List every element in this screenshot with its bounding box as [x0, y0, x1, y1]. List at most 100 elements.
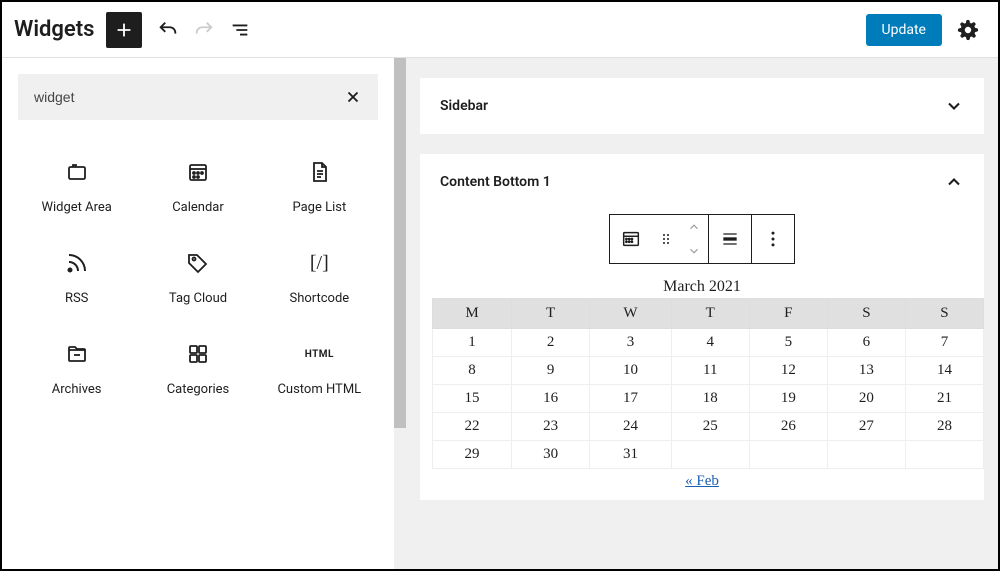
calendar-day-header: S [827, 299, 905, 329]
widget-area-icon [65, 160, 89, 184]
block-toolbar [609, 214, 795, 264]
calendar-day-cell[interactable]: 15 [433, 385, 512, 413]
page-list-icon [307, 160, 331, 184]
calendar-day-cell[interactable]: 29 [433, 441, 512, 469]
calendar-day-cell[interactable]: 24 [590, 413, 672, 441]
drag-handle[interactable] [652, 215, 680, 263]
calendar-day-cell[interactable]: 20 [827, 385, 905, 413]
calendar-table: MTWTFSS 12345678910111213141516171819202… [432, 298, 984, 469]
sidebar-area: Sidebar [420, 78, 984, 134]
block-item-tag[interactable]: Tag Cloud [139, 235, 256, 322]
calendar-day-cell [827, 441, 905, 469]
block-label: Archives [52, 382, 102, 397]
calendar-day-header: F [749, 299, 827, 329]
block-item-calendar[interactable]: Calendar [139, 144, 256, 231]
calendar-caption: March 2021 [426, 276, 978, 298]
calendar-day-cell[interactable]: 17 [590, 385, 672, 413]
calendar-day-cell[interactable]: 23 [512, 413, 590, 441]
move-up-button[interactable] [680, 215, 708, 239]
search-input[interactable] [34, 89, 344, 105]
list-view-button[interactable] [222, 12, 258, 48]
calendar-nav: « Feb [426, 469, 978, 494]
page-title: Widgets [14, 17, 94, 42]
block-item-shortcode[interactable]: [/] Shortcode [261, 235, 378, 322]
move-down-button[interactable] [680, 239, 708, 263]
more-options-button[interactable] [752, 215, 794, 263]
scrollbar[interactable] [394, 58, 406, 569]
block-label: Tag Cloud [169, 291, 227, 306]
calendar-day-header: T [512, 299, 590, 329]
update-button[interactable]: Update [866, 14, 942, 46]
settings-button[interactable] [950, 12, 986, 48]
block-label: Calendar [172, 200, 224, 215]
widget-areas-panel: Sidebar Content Bottom 1 [406, 58, 998, 569]
shortcode-icon: [/] [307, 251, 331, 275]
calendar-day-cell[interactable]: 1 [433, 329, 512, 357]
calendar-day-cell [671, 441, 749, 469]
search-box [18, 74, 378, 120]
calendar-day-cell[interactable]: 11 [671, 357, 749, 385]
calendar-week-row: 15161718192021 [433, 385, 984, 413]
calendar-widget: March 2021 MTWTFSS 123456789101112131415… [420, 276, 984, 500]
block-label: RSS [65, 291, 88, 306]
calendar-day-header: T [671, 299, 749, 329]
sidebar-area-header[interactable]: Sidebar [420, 78, 984, 134]
align-button[interactable] [709, 215, 751, 263]
calendar-day-header: S [905, 299, 983, 329]
calendar-day-header: M [433, 299, 512, 329]
area-title: Sidebar [440, 98, 488, 114]
calendar-day-cell[interactable]: 16 [512, 385, 590, 413]
calendar-day-cell [749, 441, 827, 469]
calendar-day-cell[interactable]: 8 [433, 357, 512, 385]
calendar-day-cell[interactable]: 3 [590, 329, 672, 357]
add-block-button[interactable] [106, 12, 142, 48]
calendar-week-row: 1234567 [433, 329, 984, 357]
area-title: Content Bottom 1 [440, 174, 551, 190]
calendar-day-cell[interactable]: 10 [590, 357, 672, 385]
calendar-week-row: 293031 [433, 441, 984, 469]
calendar-day-cell[interactable]: 25 [671, 413, 749, 441]
calendar-day-cell[interactable]: 14 [905, 357, 983, 385]
categories-icon [186, 342, 210, 366]
calendar-day-cell[interactable]: 30 [512, 441, 590, 469]
block-item-html[interactable]: HTMLCustom HTML [261, 326, 378, 413]
calendar-day-cell[interactable]: 21 [905, 385, 983, 413]
block-item-archives[interactable]: Archives [18, 326, 135, 413]
block-item-page-list[interactable]: Page List [261, 144, 378, 231]
calendar-day-cell[interactable]: 28 [905, 413, 983, 441]
tag-icon [186, 251, 210, 275]
calendar-day-cell[interactable]: 2 [512, 329, 590, 357]
redo-button[interactable] [186, 12, 222, 48]
calendar-day-cell[interactable]: 6 [827, 329, 905, 357]
block-label: Shortcode [289, 291, 349, 306]
block-item-rss[interactable]: RSS [18, 235, 135, 322]
calendar-day-cell[interactable]: 19 [749, 385, 827, 413]
calendar-day-cell[interactable]: 5 [749, 329, 827, 357]
calendar-day-cell[interactable]: 9 [512, 357, 590, 385]
calendar-day-cell[interactable]: 22 [433, 413, 512, 441]
calendar-day-cell [905, 441, 983, 469]
scrollbar-thumb[interactable] [394, 58, 406, 428]
block-label: Custom HTML [277, 382, 361, 397]
calendar-day-cell[interactable]: 18 [671, 385, 749, 413]
calendar-week-row: 891011121314 [433, 357, 984, 385]
chevron-down-icon [944, 96, 964, 116]
block-item-widget-area[interactable]: Widget Area [18, 144, 135, 231]
calendar-prev-link[interactable]: « Feb [685, 473, 719, 489]
block-type-button[interactable] [610, 215, 652, 263]
calendar-day-cell[interactable]: 4 [671, 329, 749, 357]
calendar-day-header: W [590, 299, 672, 329]
undo-button[interactable] [150, 12, 186, 48]
chevron-up-icon [944, 172, 964, 192]
clear-search-icon[interactable] [344, 88, 362, 106]
calendar-day-cell[interactable]: 31 [590, 441, 672, 469]
calendar-day-cell[interactable]: 13 [827, 357, 905, 385]
calendar-day-cell[interactable]: 27 [827, 413, 905, 441]
calendar-day-cell[interactable]: 12 [749, 357, 827, 385]
block-item-categories[interactable]: Categories [139, 326, 256, 413]
content-bottom-area: Content Bottom 1 [420, 154, 984, 500]
rss-icon [65, 251, 89, 275]
content-bottom-header[interactable]: Content Bottom 1 [420, 154, 984, 210]
calendar-day-cell[interactable]: 7 [905, 329, 983, 357]
calendar-day-cell[interactable]: 26 [749, 413, 827, 441]
